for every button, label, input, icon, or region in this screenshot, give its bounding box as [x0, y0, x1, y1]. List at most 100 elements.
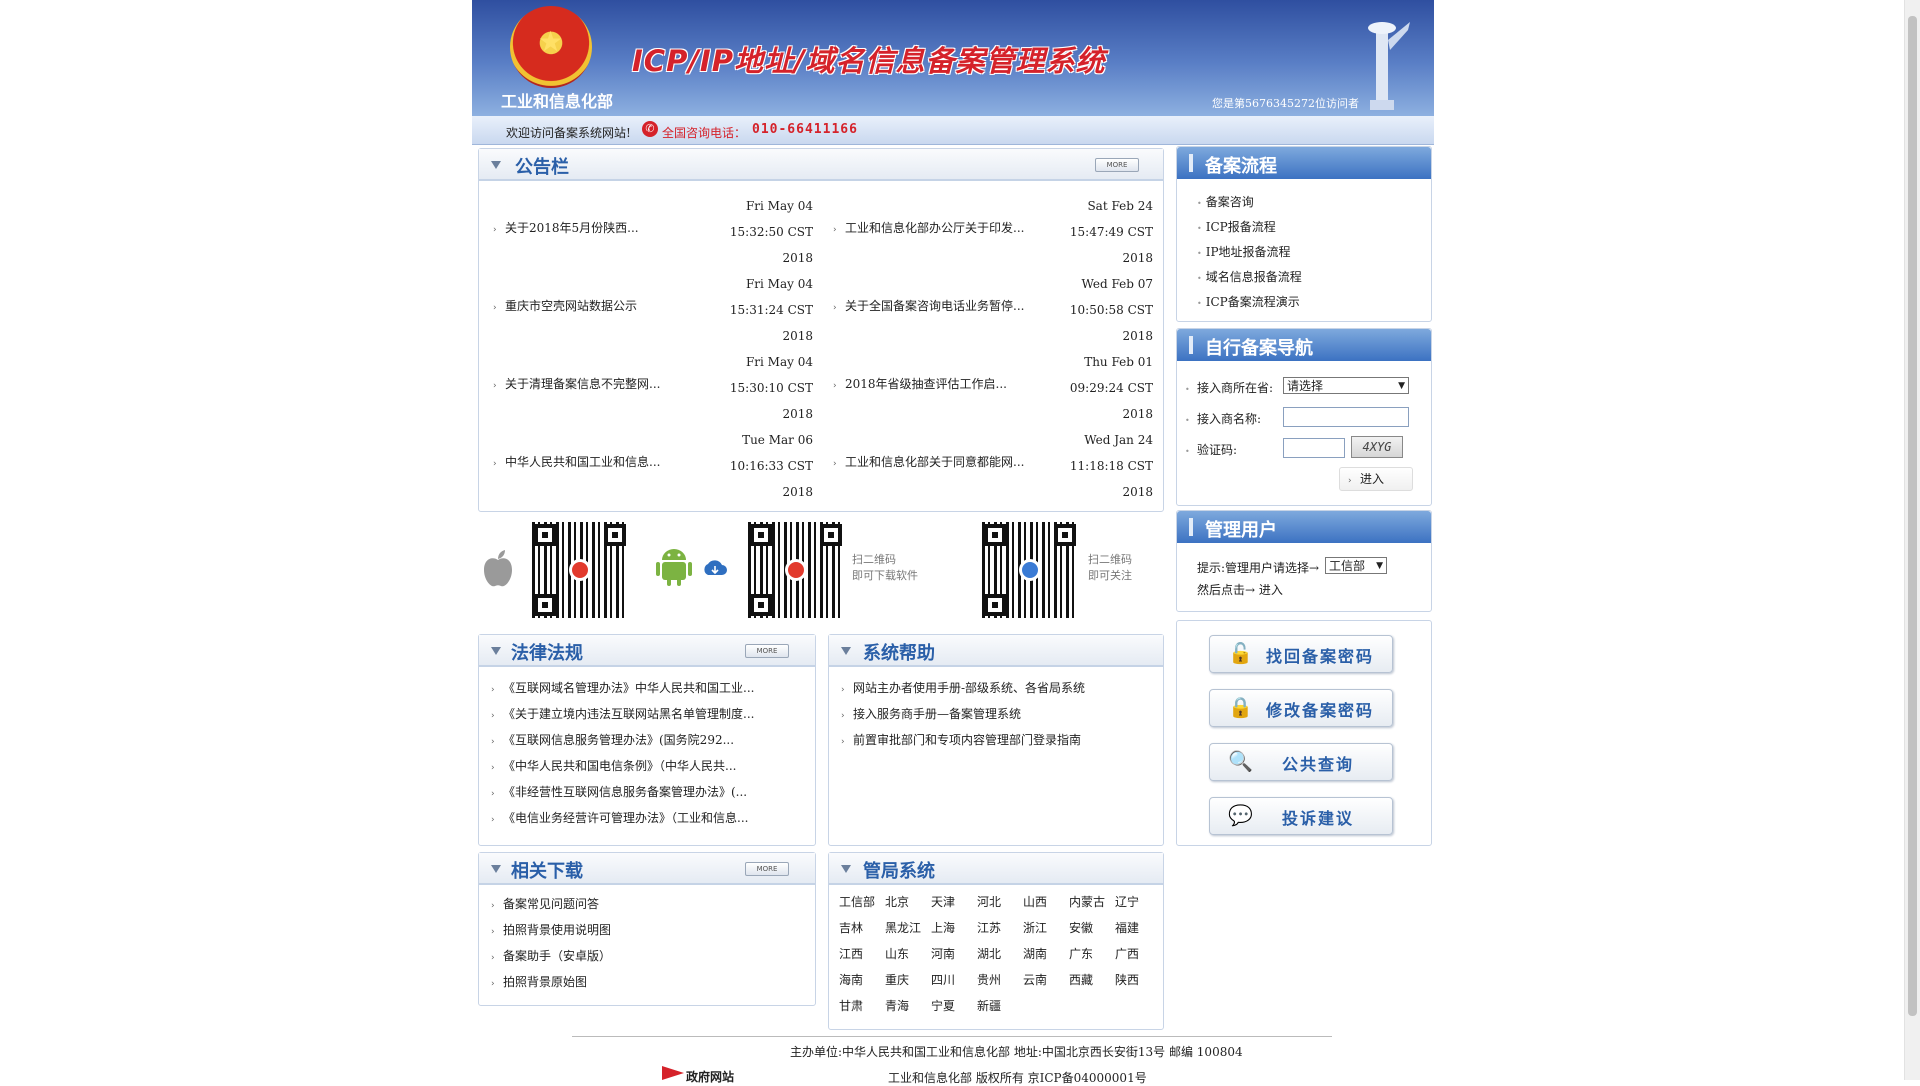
- bureau-link[interactable]: 甘肃: [839, 997, 863, 1014]
- bureau-link[interactable]: 内蒙古: [1069, 893, 1105, 910]
- announcement-item[interactable]: › 2018年省级抽查评估工作启... Thu Feb 01 09:29:24 CST…: [833, 349, 1153, 427]
- announcement-link[interactable]: › 2018年省级抽查评估工作启...: [833, 375, 1033, 392]
- announcement-link[interactable]: › 关于清理备案信息不完整网...: [493, 375, 693, 392]
- law-link[interactable]: 《中华人民共和国电信条例》（中华人民共...: [503, 759, 736, 773]
- help-link[interactable]: 网站主办者使用手册-部级系统、各省局系统: [853, 681, 1085, 695]
- bureau-link[interactable]: 山西: [1023, 893, 1047, 910]
- list-item[interactable]: › 网站主办者使用手册-部级系统、各省局系统: [841, 679, 1085, 705]
- bureau-link[interactable]: 吉林: [839, 919, 863, 936]
- process-link[interactable]: 域名信息报备流程: [1206, 270, 1302, 284]
- bureau-link[interactable]: 河南: [931, 945, 955, 962]
- process-link[interactable]: IP地址报备流程: [1206, 245, 1291, 259]
- list-item[interactable]: › 《中华人民共和国电信条例》（中华人民共...: [491, 757, 754, 783]
- bureau-link[interactable]: 山东: [885, 945, 909, 962]
- bureau-link[interactable]: 重庆: [885, 971, 909, 988]
- list-item[interactable]: › 《关于建立境内违法互联网站黑名单管理制度...: [491, 705, 754, 731]
- list-item[interactable]: › 《非经营性互联网信息服务备案管理办法》(...: [491, 783, 754, 809]
- modify-password-button[interactable]: 🔒 修改备案密码: [1209, 689, 1393, 727]
- list-item[interactable]: • ICP报备流程: [1197, 218, 1302, 243]
- bureau-link[interactable]: 贵州: [977, 971, 1001, 988]
- download-link[interactable]: 拍照背景原始图: [503, 975, 587, 989]
- law-link[interactable]: 《电信业务经营许可管理办法》（工业和信息...: [503, 811, 748, 825]
- announcement-item[interactable]: › 关于清理备案信息不完整网... Fri May 04 15:30:10 CST 20…: [493, 349, 813, 427]
- android-icon[interactable]: [656, 546, 692, 586]
- bureau-link[interactable]: 浙江: [1023, 919, 1047, 936]
- bureau-link[interactable]: 福建: [1115, 919, 1139, 936]
- public-query-button[interactable]: 🔍 公共查询: [1209, 743, 1393, 781]
- process-link[interactable]: 备案咨询: [1206, 195, 1254, 209]
- bureau-link[interactable]: 上海: [931, 919, 955, 936]
- bureau-link[interactable]: 湖南: [1023, 945, 1047, 962]
- bureau-link[interactable]: 工信部: [839, 893, 875, 910]
- announcement-link[interactable]: › 关于2018年5月份陕西...: [493, 219, 693, 236]
- bureau-link[interactable]: 云南: [1023, 971, 1047, 988]
- announcement-item[interactable]: › 关于2018年5月份陕西... Fri May 04 15:32:50 CST 20…: [493, 193, 813, 271]
- download-link[interactable]: 备案助手（安卓版）: [503, 949, 611, 963]
- manage-select[interactable]: 工信部 ▼: [1325, 557, 1387, 574]
- bureau-link[interactable]: 新疆: [977, 997, 1001, 1014]
- announcement-link[interactable]: › 关于全国备案咨询电话业务暂停...: [833, 297, 1033, 314]
- bureau-link[interactable]: 青海: [885, 997, 909, 1014]
- list-item[interactable]: › 《互联网信息服务管理办法》(国务院292...: [491, 731, 754, 757]
- process-link[interactable]: ICP备案流程演示: [1206, 295, 1300, 309]
- list-item[interactable]: • ICP备案流程演示: [1197, 293, 1302, 318]
- process-link[interactable]: ICP报备流程: [1206, 220, 1276, 234]
- bureau-link[interactable]: 黑龙江: [885, 919, 921, 936]
- help-link[interactable]: 接入服务商手册—备案管理系统: [853, 707, 1021, 721]
- province-select[interactable]: 请选择 ▼: [1283, 377, 1409, 394]
- announcement-link[interactable]: › 工业和信息化部关于同意都能网...: [833, 453, 1033, 470]
- law-link[interactable]: 《互联网信息服务管理办法》(国务院292...: [503, 733, 734, 747]
- apple-icon[interactable]: [482, 550, 514, 588]
- bureau-link[interactable]: 天津: [931, 893, 955, 910]
- announcement-link[interactable]: › 中华人民共和国工业和信息...: [493, 453, 693, 470]
- cloud-download-icon[interactable]: [702, 560, 728, 576]
- vertical-scrollbar[interactable]: [1904, 0, 1920, 1080]
- bureau-link[interactable]: 陕西: [1115, 971, 1139, 988]
- law-link[interactable]: 《非经营性互联网信息服务备案管理办法》(...: [503, 785, 747, 799]
- bureau-link[interactable]: 江西: [839, 945, 863, 962]
- complaint-button[interactable]: 💬 投诉建议: [1209, 797, 1393, 835]
- bureau-link[interactable]: 广东: [1069, 945, 1093, 962]
- announcement-more-button[interactable]: MORE: [1095, 158, 1139, 172]
- bureau-link[interactable]: 四川: [931, 971, 955, 988]
- enter-button[interactable]: › 进入: [1339, 467, 1413, 491]
- list-item[interactable]: › 拍照背景使用说明图: [491, 921, 611, 947]
- download-link[interactable]: 拍照背景使用说明图: [503, 923, 611, 937]
- bureau-link[interactable]: 河北: [977, 893, 1001, 910]
- list-item[interactable]: › 备案常见问题问答: [491, 895, 611, 921]
- list-item[interactable]: › 前置审批部门和专项内容管理部门登录指南: [841, 731, 1085, 757]
- announcement-link[interactable]: › 工业和信息化部办公厅关于印发...: [833, 219, 1033, 236]
- downloads-more-button[interactable]: MORE: [745, 862, 789, 876]
- announcement-link[interactable]: › 重庆市空壳网站数据公示: [493, 297, 693, 314]
- scrollbar-thumb[interactable]: [1908, 16, 1917, 1016]
- list-item[interactable]: › 接入服务商手册—备案管理系统: [841, 705, 1085, 731]
- bureau-link[interactable]: 湖北: [977, 945, 1001, 962]
- list-item[interactable]: › 备案助手（安卓版）: [491, 947, 611, 973]
- list-item[interactable]: • IP地址报备流程: [1197, 243, 1302, 268]
- laws-more-button[interactable]: MORE: [745, 644, 789, 658]
- law-link[interactable]: 《互联网域名管理办法》中华人民共和国工业...: [503, 681, 754, 695]
- bureau-link[interactable]: 西藏: [1069, 971, 1093, 988]
- bureau-link[interactable]: 宁夏: [931, 997, 955, 1014]
- help-link[interactable]: 前置审批部门和专项内容管理部门登录指南: [853, 733, 1081, 747]
- bureau-link[interactable]: 江苏: [977, 919, 1001, 936]
- bureau-link[interactable]: 辽宁: [1115, 893, 1139, 910]
- list-item[interactable]: › 《互联网域名管理办法》中华人民共和国工业...: [491, 679, 754, 705]
- bureau-link[interactable]: 北京: [885, 893, 909, 910]
- list-item[interactable]: • 域名信息报备流程: [1197, 268, 1302, 293]
- recover-password-button[interactable]: 🔓 找回备案密码: [1209, 635, 1393, 673]
- captcha-input[interactable]: [1283, 438, 1345, 458]
- bureau-link[interactable]: 广西: [1115, 945, 1139, 962]
- provider-name-input[interactable]: [1283, 407, 1409, 427]
- announcement-item[interactable]: › 重庆市空壳网站数据公示 Fri May 04 15:31:24 CST 2018: [493, 271, 813, 349]
- list-item[interactable]: › 拍照背景原始图: [491, 973, 611, 999]
- announcement-item[interactable]: › 工业和信息化部办公厅关于印发... Sat Feb 24 15:47:49 CST…: [833, 193, 1153, 271]
- law-link[interactable]: 《关于建立境内违法互联网站黑名单管理制度...: [503, 707, 754, 721]
- bureau-link[interactable]: 安徽: [1069, 919, 1093, 936]
- gov-site-link[interactable]: 政府网站: [686, 1068, 734, 1085]
- captcha-image[interactable]: 4XYG: [1351, 436, 1403, 458]
- list-item[interactable]: › 《电信业务经营许可管理办法》（工业和信息...: [491, 809, 754, 835]
- bureau-link[interactable]: 海南: [839, 971, 863, 988]
- announcement-item[interactable]: › 关于全国备案咨询电话业务暂停... Wed Feb 07 10:50:58 CST…: [833, 271, 1153, 349]
- announcement-item[interactable]: › 工业和信息化部关于同意都能网... Wed Jan 24 11:18:18 CST…: [833, 427, 1153, 505]
